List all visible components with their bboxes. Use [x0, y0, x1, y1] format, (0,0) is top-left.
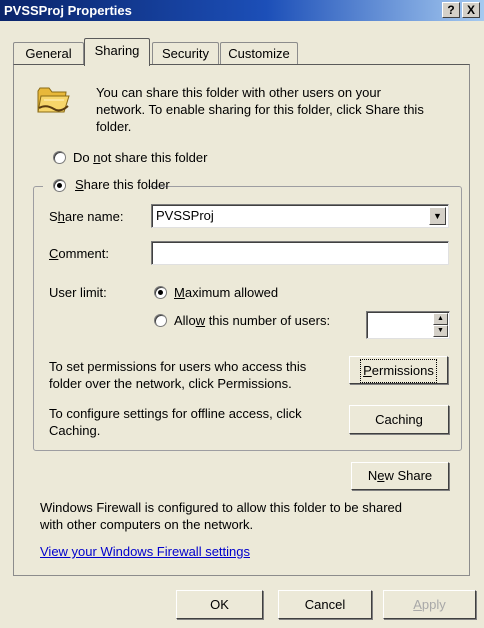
spin-down-button[interactable]: ▼ — [433, 325, 448, 337]
label-part: Do — [73, 150, 94, 165]
comment-field[interactable] — [151, 241, 449, 265]
label-part: Allo — [174, 313, 196, 328]
help-button[interactable]: ? — [442, 2, 460, 18]
intro-line-1: You can share this folder with other use… — [96, 85, 381, 100]
firewall-text-line-1: Windows Firewall is configured to allow … — [40, 500, 403, 515]
share-name-value: PVSSProj — [156, 208, 214, 223]
user-limit-label: User limit: — [49, 285, 107, 300]
window-title: PVSSProj Properties — [4, 3, 132, 18]
tab-general-label: General — [25, 46, 72, 61]
intro-line-2: network. To enable sharing for this fold… — [96, 102, 424, 117]
label-part: pply — [421, 597, 446, 612]
access-key: S — [75, 177, 84, 192]
spin-up-button[interactable]: ▲ — [433, 313, 448, 325]
access-key: A — [413, 597, 422, 612]
shared-folder-icon — [37, 87, 70, 113]
caching-text-line-2: Caching. — [49, 423, 101, 438]
properties-dialog: PVSSProj Properties ? X General Sharing … — [0, 0, 484, 628]
share-name-dropdown[interactable]: PVSSProj ▼ — [151, 204, 449, 228]
new-share-button[interactable]: New Share — [351, 462, 449, 490]
share-name-dropdown-button[interactable]: ▼ — [429, 207, 446, 225]
share-this-folder-label[interactable]: Share this folder — [75, 177, 170, 192]
permissions-text-line-2: folder over the network, click Permissio… — [49, 376, 292, 391]
close-icon: X — [466, 3, 475, 17]
share-this-folder-option[interactable]: Share this folder — [43, 177, 170, 193]
tab-security-label: Security — [162, 46, 209, 61]
label-part: hare this folder — [83, 177, 170, 192]
caching-text: To configure settings for offline access… — [49, 405, 302, 439]
permissions-text-line-1: To set permissions for users who access … — [49, 359, 307, 374]
access-key: P — [363, 363, 372, 378]
caching-button[interactable]: Caching — [349, 405, 449, 434]
label-part: Cachin — [375, 412, 416, 427]
tab-security[interactable]: Security — [152, 42, 219, 65]
permissions-button[interactable]: Permissions — [349, 356, 448, 384]
access-key: C — [49, 246, 59, 261]
firewall-text: Windows Firewall is configured to allow … — [40, 499, 402, 533]
ok-label: OK — [210, 597, 229, 612]
label-part: ot share this folder — [100, 150, 208, 165]
access-key: w — [195, 313, 206, 328]
permissions-button-label: Permissions — [360, 359, 437, 383]
permissions-text: To set permissions for users who access … — [49, 358, 306, 392]
share-name-label: Share name: — [49, 209, 123, 224]
tab-sharing[interactable]: Sharing — [84, 38, 150, 66]
allow-number-label[interactable]: Allow this number of users: — [174, 313, 330, 328]
maximum-allowed-radio[interactable] — [154, 286, 167, 299]
user-count-spinner[interactable]: ▲ ▼ — [366, 311, 450, 339]
do-not-share-label[interactable]: Do not share this folder — [73, 150, 207, 165]
apply-button[interactable]: Apply — [383, 590, 476, 619]
access-key: h — [57, 209, 65, 224]
close-button[interactable]: X — [462, 2, 480, 18]
tab-sharing-label: Sharing — [94, 43, 140, 58]
arrow-up-icon: ▲ — [437, 315, 444, 322]
label-part: this number of users: — [205, 313, 331, 328]
title-bar[interactable]: PVSSProj Properties ? X — [0, 0, 484, 21]
help-icon: ? — [447, 3, 455, 17]
access-key: g — [415, 412, 423, 427]
label-part: aximum allowed — [184, 285, 279, 300]
ok-button[interactable]: OK — [176, 590, 263, 619]
comment-label: Comment: — [49, 246, 109, 261]
sharing-intro-text: You can share this folder with other use… — [96, 84, 424, 135]
tab-customize[interactable]: Customize — [220, 42, 298, 65]
label-part: ermissions — [371, 363, 434, 378]
arrow-down-icon: ▼ — [437, 327, 444, 334]
label-part: omment: — [58, 246, 109, 261]
label-part: w Share — [384, 468, 433, 483]
maximum-allowed-label[interactable]: Maximum allowed — [174, 285, 278, 300]
chevron-down-icon: ▼ — [433, 211, 442, 221]
caching-text-line-1: To configure settings for offline access… — [49, 406, 302, 421]
intro-line-3: folder. — [96, 119, 132, 134]
firewall-settings-link[interactable]: View your Windows Firewall settings — [40, 544, 250, 559]
firewall-text-line-2: with other computers on the network. — [40, 517, 254, 532]
tab-general[interactable]: General — [13, 42, 84, 65]
allow-number-radio[interactable] — [154, 314, 167, 327]
cancel-label: Cancel — [304, 597, 346, 612]
label-part: are name: — [64, 209, 124, 224]
label-part: S — [49, 209, 58, 224]
do-not-share-radio[interactable] — [53, 151, 66, 164]
tab-customize-label: Customize — [228, 46, 290, 61]
cancel-button[interactable]: Cancel — [278, 590, 372, 619]
access-key: M — [174, 285, 185, 300]
label-part: N — [367, 468, 378, 483]
share-this-folder-radio[interactable] — [53, 179, 66, 192]
